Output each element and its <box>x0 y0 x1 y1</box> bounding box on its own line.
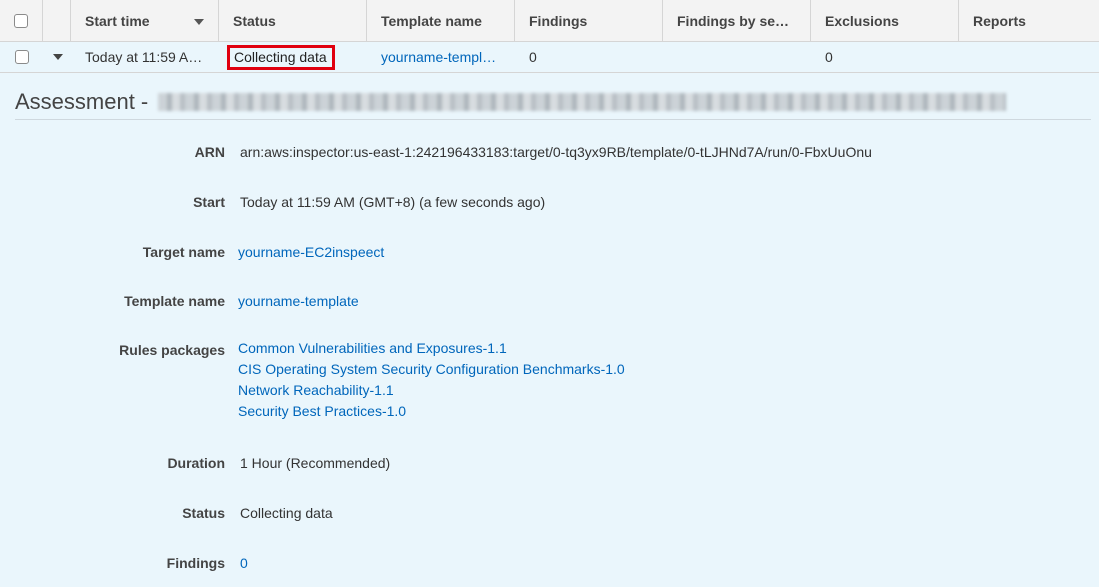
row-checkbox[interactable] <box>14 50 29 64</box>
column-start-time[interactable]: Start time <box>71 0 219 42</box>
rules-package-link[interactable]: Security Best Practices-1.0 <box>238 401 625 422</box>
divider <box>15 119 1091 120</box>
row-status-cell: Collecting data <box>219 42 367 72</box>
redacted-assessment-name <box>158 93 1007 111</box>
column-status[interactable]: Status <box>219 0 367 42</box>
arn-value: arn:aws:inspector:us-east-1:242196433183… <box>240 144 872 160</box>
rules-package-link[interactable]: CIS Operating System Security Configurat… <box>238 359 625 380</box>
row-start-time: Today at 11:59 A… <box>85 49 203 65</box>
column-label: Start time <box>85 13 150 29</box>
start-value: Today at 11:59 AM (GMT+8) (a few seconds… <box>240 194 546 210</box>
column-label: Template name <box>381 13 482 29</box>
field-label: ARN <box>194 144 225 160</box>
row-reports <box>959 42 1099 72</box>
column-label: Findings <box>529 13 588 29</box>
rules-packages-list: Common Vulnerabilities and Exposures-1.1… <box>238 338 625 422</box>
field-label: Template name <box>124 293 225 309</box>
row-select-cell <box>0 42 43 72</box>
column-exclusions[interactable]: Exclusions <box>811 0 959 42</box>
column-findings[interactable]: Findings <box>515 0 663 42</box>
rules-package-link[interactable]: Common Vulnerabilities and Exposures-1.1 <box>238 338 625 359</box>
row-template-name-link[interactable]: yourname-templ… <box>367 42 515 72</box>
row-exclusions: 0 <box>825 49 833 65</box>
expand-caret-icon[interactable] <box>53 54 63 60</box>
field-label: Rules packages <box>119 342 225 358</box>
field-label: Start <box>193 194 225 210</box>
column-label: Reports <box>973 13 1026 29</box>
field-label: Findings <box>166 555 225 571</box>
field-label: Duration <box>167 455 225 471</box>
select-all-cell <box>0 0 43 42</box>
assessment-title: Assessment - <box>15 89 1007 115</box>
findings-count-link[interactable]: 0 <box>240 555 248 571</box>
status-value: Collecting data <box>240 505 333 521</box>
column-label: Exclusions <box>825 13 899 29</box>
duration-value: 1 Hour (Recommended) <box>240 455 391 471</box>
select-all-checkbox[interactable] <box>14 14 28 28</box>
field-label: Status <box>182 505 225 521</box>
row-expand-cell[interactable] <box>43 42 71 72</box>
row-status-highlighted: Collecting data <box>227 44 335 70</box>
column-reports[interactable]: Reports <box>959 0 1099 42</box>
expand-column-header <box>43 0 71 42</box>
template-name-link[interactable]: yourname-template <box>238 293 359 309</box>
field-label: Target name <box>142 244 225 260</box>
table-row[interactable]: Today at 11:59 A… Collecting data yourna… <box>0 42 1099 73</box>
table-header: Start time Status Template name Findings… <box>0 0 1099 42</box>
assessment-title-text: Assessment - <box>15 89 149 114</box>
column-findings-by-severity[interactable]: Findings by se… <box>663 0 811 42</box>
row-findings-by-severity <box>663 42 811 72</box>
row-findings: 0 <box>529 49 537 65</box>
rules-package-link[interactable]: Network Reachability-1.1 <box>238 380 625 401</box>
target-name-link[interactable]: yourname-EC2inspeect <box>238 244 384 260</box>
column-label: Status <box>233 13 276 29</box>
column-label: Findings by se… <box>677 13 790 29</box>
sort-desc-icon[interactable] <box>194 19 204 25</box>
column-template-name[interactable]: Template name <box>367 0 515 42</box>
